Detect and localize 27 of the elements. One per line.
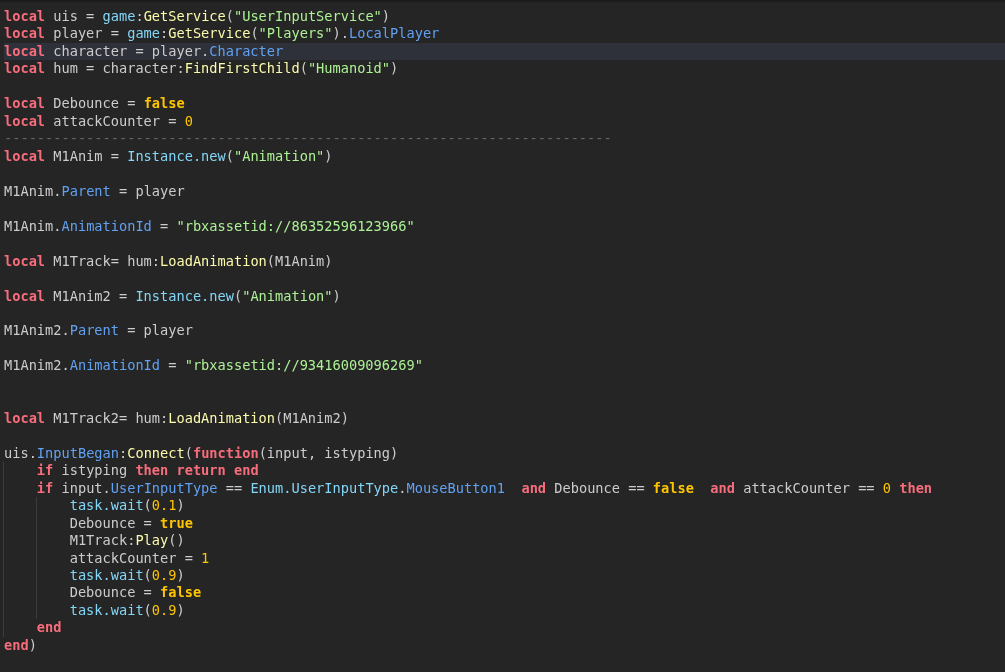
code-line: Debounce = false	[69, 584, 202, 602]
code-line: M1Track:Play()	[69, 532, 185, 550]
code-line: M1Anim2.AnimationId = "rbxassetid://93416009096269"	[4, 357, 423, 375]
code-line: local player = game:GetService("Players").LocalPlayer	[4, 25, 440, 43]
code-line: task.wait(0.9)	[69, 601, 185, 620]
code-line: end)	[4, 636, 37, 655]
code-line: --------------------------------------------------------------------------	[4, 130, 612, 148]
code-line: local M1Track2= hum:LoadAnimation(M1Anim2)	[4, 409, 349, 428]
code-line: Debounce = true	[69, 514, 193, 533]
code-line: task.wait(0.9)	[69, 567, 185, 585]
code-line: M1Anim.Parent = player	[4, 182, 185, 201]
code-line: if istyping then return end	[36, 462, 259, 480]
code-line: attackCounter = 1	[69, 549, 210, 567]
code-line: local Debounce = false	[4, 95, 185, 113]
code-line: local attackCounter = 0	[4, 112, 193, 131]
code-line: local hum = character:FindFirstChild("Humanoid")	[4, 60, 399, 78]
code-line: local uis = game:GetService("UserInputService")	[4, 8, 391, 26]
code-line: task.wait(0.1)	[69, 497, 185, 515]
code-line: if input.UserInputType == Enum.UserInputType.MouseButton1 and Debounce == false and attackCounter == 0 then	[36, 479, 933, 498]
code-line: M1Anim.AnimationId = "rbxassetid://86352596123966"	[4, 217, 415, 236]
code-line: uis.InputBegan:Connect(function(input, istyping)	[4, 444, 399, 463]
code-line: local M1Anim = Instance.new("Animation")	[4, 147, 333, 166]
code-line: local M1Track= hum:LoadAnimation(M1Anim)	[4, 252, 333, 271]
code-line: M1Anim2.Parent = player	[4, 322, 193, 340]
code-line: local character = player.Character	[4, 42, 284, 61]
code-line: end	[36, 619, 62, 637]
code-line: local M1Anim2 = Instance.new("Animation")	[4, 287, 341, 305]
